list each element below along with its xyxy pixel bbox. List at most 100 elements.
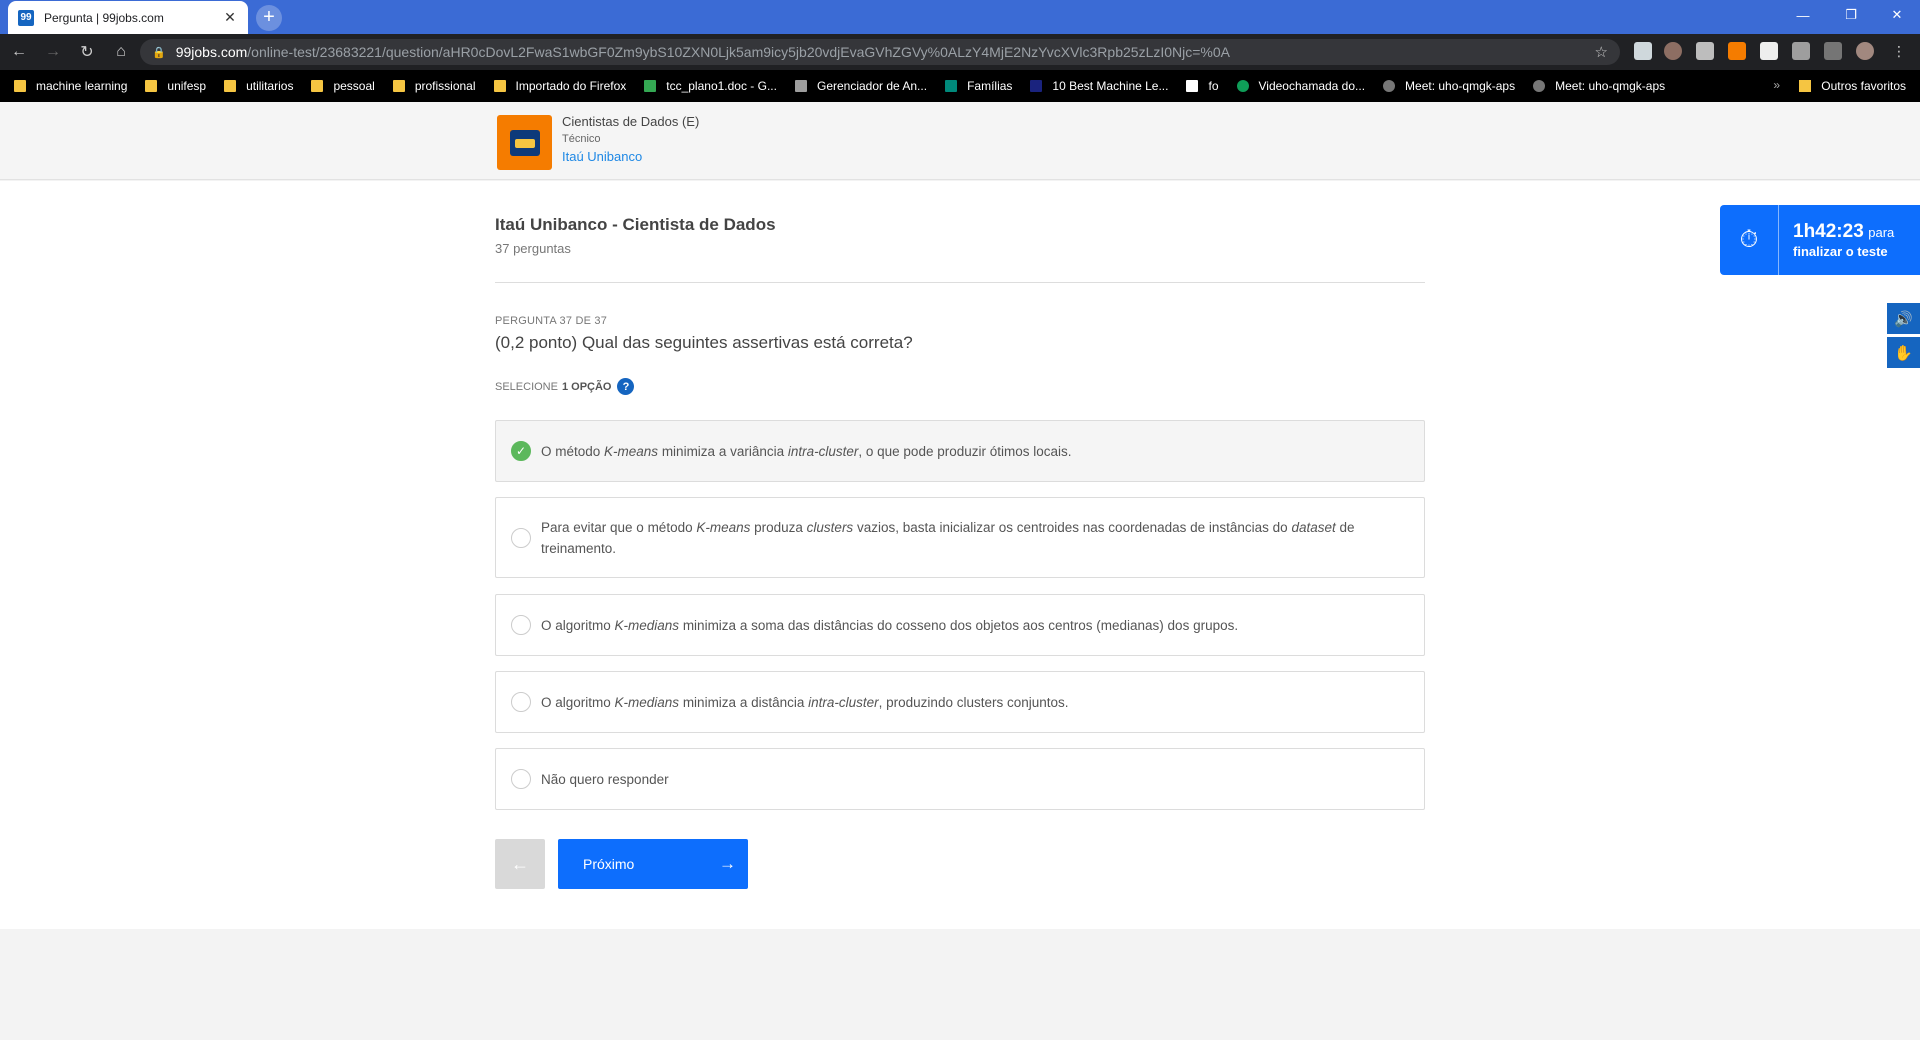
question-count: 37 perguntas bbox=[495, 241, 571, 256]
audio-accessibility-icon[interactable]: 🔊 bbox=[1887, 303, 1920, 334]
radio-button[interactable] bbox=[511, 527, 531, 548]
job-info: Cientistas de Dados (E) Técnico Itaú Uni… bbox=[562, 114, 699, 164]
previous-button[interactable]: ← bbox=[495, 839, 545, 889]
question-text: (0,2 ponto) Qual das seguintes assertiva… bbox=[495, 333, 913, 352]
test-title: Itaú Unibanco - Cientista de Dados bbox=[495, 215, 776, 234]
bookmark-item[interactable]: Videochamada do... bbox=[1236, 79, 1365, 93]
job-title: Cientistas de Dados (E) bbox=[562, 114, 700, 129]
company-link[interactable]: Itaú Unibanco bbox=[562, 149, 699, 164]
browser-tabstrip: 99 Pergunta | 99jobs.com ✕ + — ❐ ✕ bbox=[0, 0, 1920, 34]
help-icon[interactable]: ? bbox=[617, 378, 635, 395]
sign-language-icon[interactable]: ✋ bbox=[1887, 337, 1920, 368]
bookmark-item[interactable]: Famílias bbox=[945, 79, 1012, 93]
globe-icon bbox=[1533, 80, 1546, 92]
folder-icon bbox=[145, 80, 158, 92]
option-text: Para evitar que o método K-means produza… bbox=[541, 519, 1355, 556]
menu-icon[interactable]: ⋮ bbox=[1890, 42, 1908, 60]
other-bookmarks[interactable]: Outros favoritos bbox=[1799, 70, 1906, 102]
timer-subtitle: finalizar o teste bbox=[1793, 244, 1888, 259]
bookmark-item[interactable]: Importado do Firefox bbox=[493, 79, 626, 93]
folder-icon bbox=[224, 80, 237, 92]
stopwatch-icon: ⏱ bbox=[1720, 205, 1779, 275]
arrow-left-icon: ← bbox=[511, 853, 529, 874]
option-text: Não quero responder bbox=[541, 771, 669, 787]
reload-icon[interactable]: ↻ bbox=[72, 37, 102, 67]
folder-icon bbox=[311, 80, 324, 92]
extension-icon[interactable] bbox=[1792, 42, 1810, 60]
back-icon[interactable]: ← bbox=[4, 37, 34, 67]
lock-icon: 🔒 bbox=[152, 46, 166, 59]
checkmark-icon[interactable]: ✓ bbox=[511, 441, 531, 461]
bookmark-item[interactable]: utilitarios bbox=[224, 79, 293, 93]
bookmark-star-icon[interactable]: ☆ bbox=[1595, 43, 1608, 61]
option-text: O algoritmo K-medians minimiza a soma da… bbox=[541, 617, 1239, 633]
answer-option[interactable]: Para evitar que o método K-means produza… bbox=[495, 497, 1425, 578]
extension-icon[interactable] bbox=[1634, 42, 1652, 60]
answer-option[interactable]: O algoritmo K-medians minimiza a distânc… bbox=[495, 671, 1425, 733]
wikipedia-icon bbox=[1186, 80, 1199, 92]
bookmark-item[interactable]: unifesp bbox=[145, 79, 206, 93]
bookmark-item[interactable]: Meet: uho-qmgk-aps bbox=[1533, 79, 1665, 93]
answer-option[interactable]: ✓ O método K-means minimiza a variância … bbox=[495, 420, 1425, 482]
forward-icon[interactable]: → bbox=[38, 37, 68, 67]
favicon-icon: 99 bbox=[18, 9, 34, 26]
page-icon bbox=[945, 80, 958, 92]
next-button[interactable]: Próximo → bbox=[558, 839, 748, 889]
select-hint: SELECIONE 1 OPÇÃO ? bbox=[495, 378, 635, 395]
page-icon bbox=[794, 80, 807, 92]
avatar[interactable] bbox=[1856, 42, 1874, 60]
extension-icon[interactable] bbox=[1760, 42, 1778, 60]
timer-time: 1h42:23 bbox=[1793, 221, 1864, 242]
option-text: O método K-means minimiza a variância in… bbox=[541, 443, 1072, 459]
question-number: PERGUNTA 37 DE 37 bbox=[495, 315, 608, 327]
company-logo bbox=[497, 115, 552, 170]
close-window-icon[interactable]: ✕ bbox=[1874, 0, 1920, 30]
url-host: 99jobs.com bbox=[175, 44, 248, 60]
main-content: Itaú Unibanco - Cientista de Dados 37 pe… bbox=[0, 181, 1920, 929]
tab-title: Pergunta | 99jobs.com bbox=[44, 10, 164, 25]
bookmark-item[interactable]: tcc_plano1.doc - G... bbox=[644, 79, 777, 93]
timer-widget[interactable]: ⏱ 1h42:23 para finalizar o teste bbox=[1720, 205, 1920, 275]
more-bookmarks-icon[interactable]: » bbox=[1773, 78, 1780, 92]
option-text: O algoritmo K-medians minimiza a distânc… bbox=[541, 694, 1069, 710]
bookmark-item[interactable]: Meet: uho-qmgk-aps bbox=[1383, 79, 1515, 93]
bookmarks-bar: machine learning unifesp utilitarios pes… bbox=[0, 70, 1920, 102]
home-icon[interactable]: ⌂ bbox=[106, 37, 136, 67]
metamask-icon[interactable] bbox=[1728, 42, 1746, 60]
folder-icon bbox=[1799, 80, 1812, 92]
puzzle-icon[interactable] bbox=[1824, 42, 1842, 60]
page-header: Cientistas de Dados (E) Técnico Itaú Uni… bbox=[0, 102, 1920, 180]
job-level: Técnico bbox=[562, 133, 601, 145]
answer-option[interactable]: O algoritmo K-medians minimiza a soma da… bbox=[495, 594, 1425, 656]
close-tab-icon[interactable]: ✕ bbox=[222, 9, 238, 26]
arrow-right-icon: → bbox=[719, 854, 736, 873]
minimize-icon[interactable]: — bbox=[1780, 0, 1826, 30]
radio-button[interactable] bbox=[511, 769, 531, 789]
terminal-icon bbox=[1030, 80, 1043, 92]
radio-button[interactable] bbox=[511, 692, 531, 712]
globe-icon bbox=[1383, 80, 1396, 92]
answer-option[interactable]: Não quero responder bbox=[495, 748, 1425, 810]
extension-icon[interactable] bbox=[1696, 42, 1714, 60]
url-path: /online-test/23683221/question/aHR0cDovL… bbox=[247, 44, 1230, 60]
bookmark-item[interactable]: profissional bbox=[392, 79, 476, 93]
extension-icon[interactable] bbox=[1664, 42, 1682, 60]
drive-icon bbox=[644, 80, 657, 92]
divider bbox=[495, 282, 1425, 283]
hangouts-icon bbox=[1236, 80, 1249, 92]
folder-icon bbox=[392, 80, 405, 92]
folder-icon bbox=[14, 80, 26, 92]
folder-icon bbox=[493, 80, 506, 92]
next-label: Próximo bbox=[583, 856, 635, 872]
browser-toolbar: ← → ↻ ⌂ 🔒 99jobs.com/online-test/2368322… bbox=[0, 34, 1920, 70]
radio-button[interactable] bbox=[511, 615, 531, 635]
bookmark-item[interactable]: machine learning bbox=[14, 79, 127, 93]
bookmark-item[interactable]: fo bbox=[1186, 79, 1219, 93]
bookmark-item[interactable]: 10 Best Machine Le... bbox=[1030, 79, 1168, 93]
restore-icon[interactable]: ❐ bbox=[1828, 0, 1874, 30]
address-bar[interactable]: 🔒 99jobs.com/online-test/23683221/questi… bbox=[140, 39, 1620, 65]
new-tab-button[interactable]: + bbox=[256, 5, 282, 31]
bookmark-item[interactable]: pessoal bbox=[311, 79, 375, 93]
browser-tab[interactable]: 99 Pergunta | 99jobs.com ✕ bbox=[8, 1, 248, 34]
bookmark-item[interactable]: Gerenciador de An... bbox=[794, 79, 927, 93]
